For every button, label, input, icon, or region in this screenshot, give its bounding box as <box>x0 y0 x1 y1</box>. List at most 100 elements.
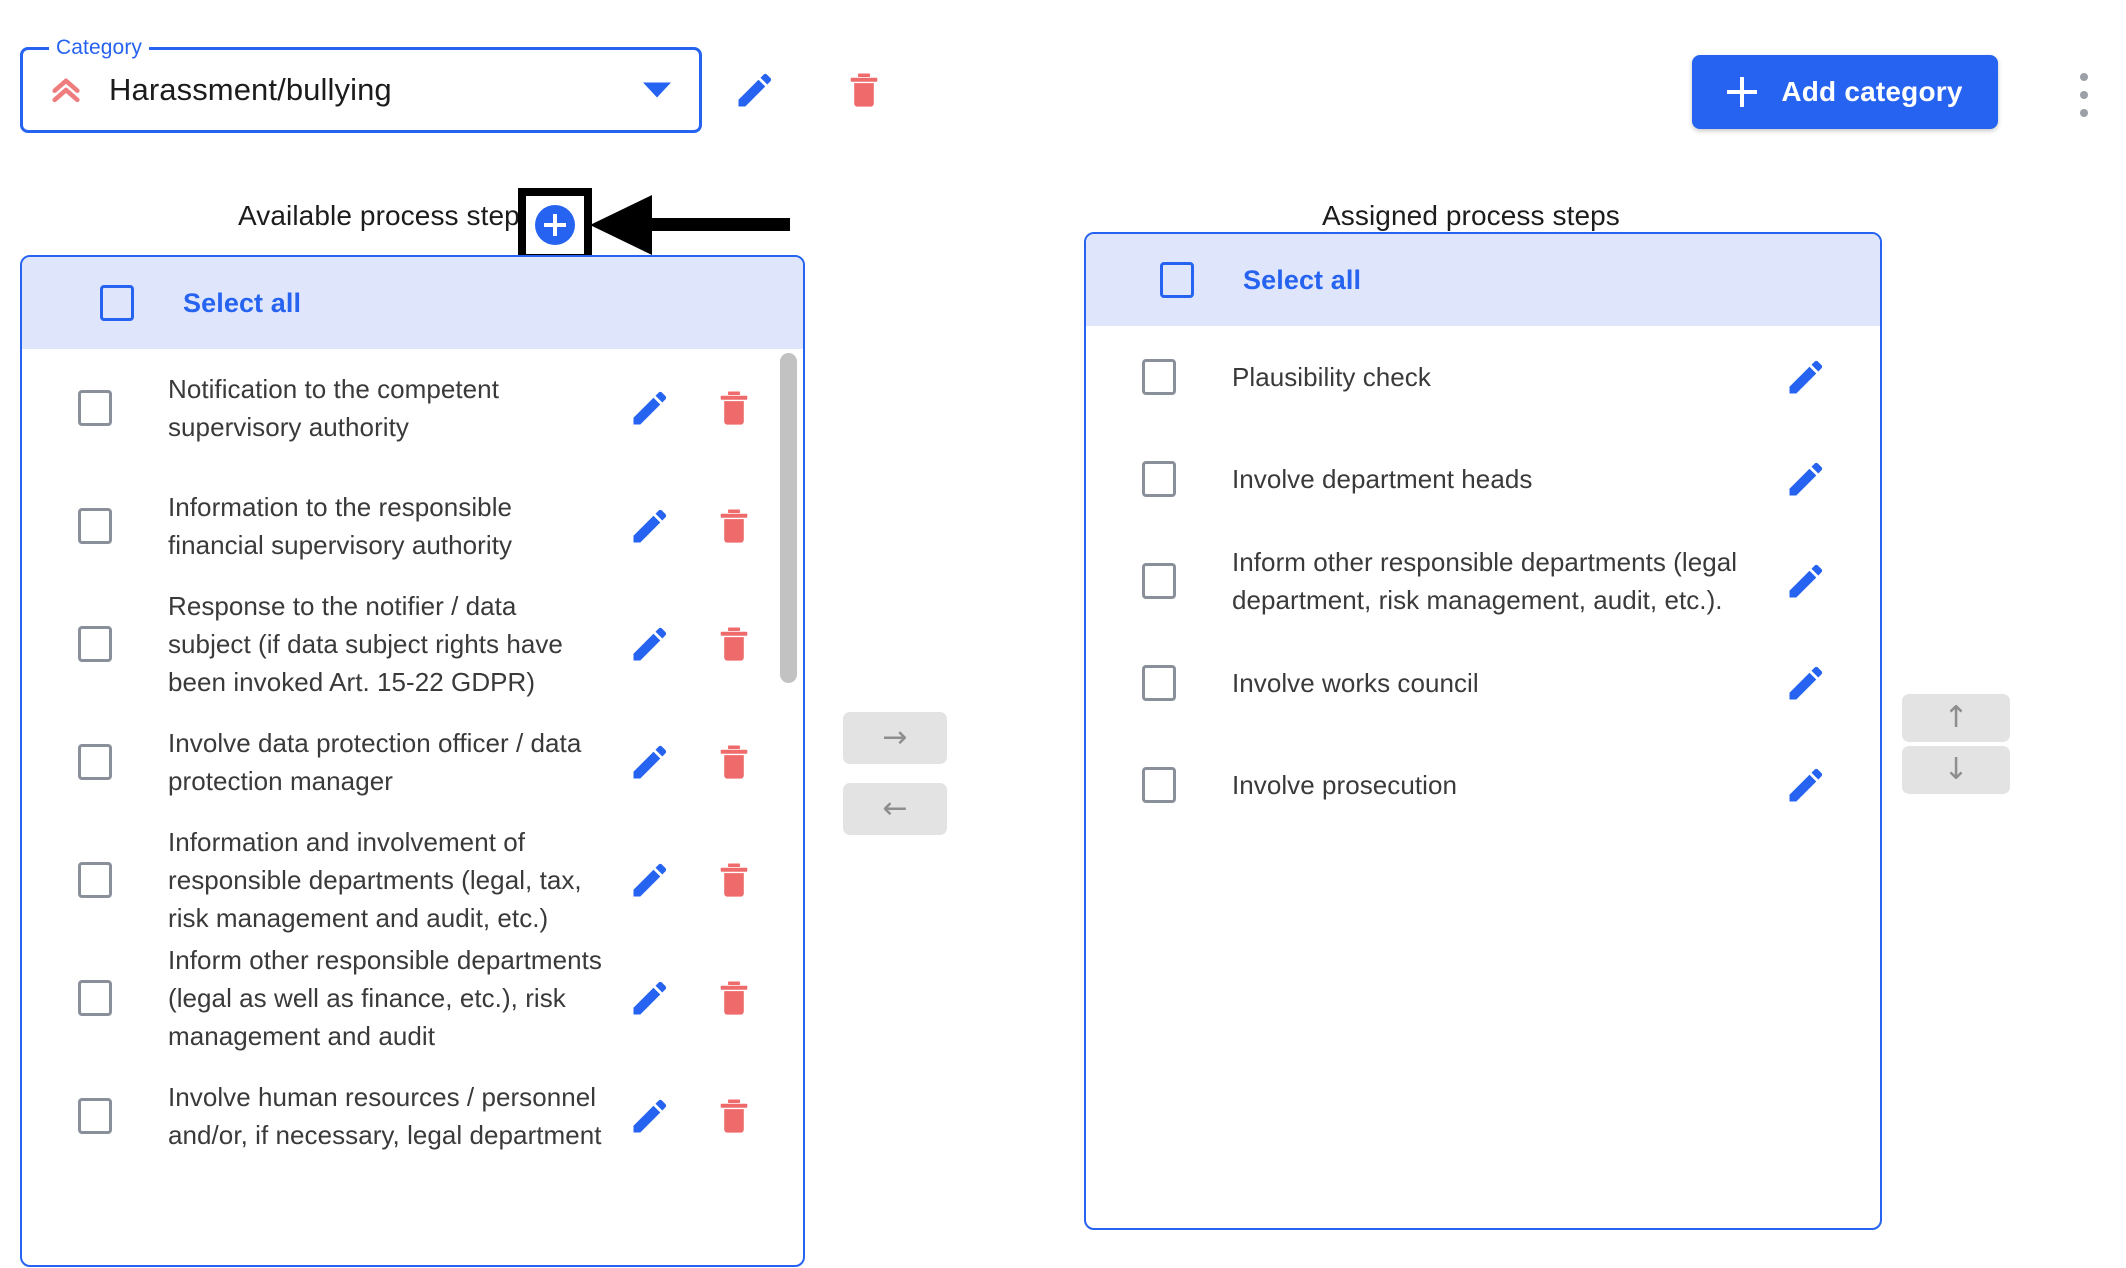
list-item[interactable]: Inform other responsible departments (le… <box>1086 530 1880 632</box>
list-item[interactable]: Involve data protection officer / data p… <box>22 703 803 821</box>
list-item-checkbox-slot <box>1086 359 1232 395</box>
delete-step-button[interactable] <box>710 502 758 550</box>
available-select-all-checkbox[interactable] <box>100 285 134 321</box>
edit-category-button[interactable] <box>727 62 783 118</box>
list-item[interactable]: Information and involvement of responsib… <box>22 821 803 939</box>
add-process-step-button[interactable] <box>526 196 584 254</box>
edit-step-button[interactable] <box>1782 659 1830 707</box>
list-item[interactable]: Involve prosecution <box>1086 734 1880 836</box>
list-item[interactable]: Notification to the competent supervisor… <box>22 349 803 467</box>
kebab-menu-icon[interactable] <box>2062 70 2106 120</box>
list-item-checkbox[interactable] <box>78 980 112 1016</box>
trash-icon <box>720 627 748 661</box>
edit-step-button[interactable] <box>1782 761 1830 809</box>
edit-step-button[interactable] <box>626 974 674 1022</box>
list-item-checkbox[interactable] <box>78 1098 112 1134</box>
available-steps-scrollbar[interactable] <box>777 353 799 1253</box>
list-item-checkbox-slot <box>1086 665 1232 701</box>
edit-step-button[interactable] <box>626 738 674 786</box>
category-select[interactable]: Category Harassment/bullying <box>20 36 702 133</box>
unassign-step-button[interactable]: ← <box>843 783 947 835</box>
process-step-assignment-page: Category Harassment/bullying Add categor… <box>0 0 2126 1268</box>
available-select-all-row[interactable]: Select all <box>22 257 803 349</box>
pencil-icon <box>633 1099 667 1133</box>
scrollbar-thumb[interactable] <box>780 353 797 683</box>
list-item[interactable]: Involve works council <box>1086 632 1880 734</box>
list-item-checkbox[interactable] <box>78 508 112 544</box>
list-item[interactable]: Plausibility check <box>1086 326 1880 428</box>
list-item-label: Involve human resources / personnel and/… <box>168 1082 602 1150</box>
list-item-actions <box>626 384 758 432</box>
edit-step-button[interactable] <box>626 856 674 904</box>
add-category-button[interactable]: Add category <box>1692 55 1998 129</box>
list-item-checkbox-slot <box>22 508 168 544</box>
pencil-icon <box>738 73 772 107</box>
delete-step-button[interactable] <box>710 738 758 786</box>
list-item-label: Involve department heads <box>1232 464 1533 494</box>
list-item-checkbox-slot <box>22 390 168 426</box>
edit-step-button[interactable] <box>626 502 674 550</box>
list-item-actions <box>1782 761 1830 809</box>
list-item-label: Notification to the competent supervisor… <box>168 374 499 442</box>
list-item-checkbox-slot <box>22 1098 168 1134</box>
list-item-checkbox[interactable] <box>1142 767 1176 803</box>
delete-step-button[interactable] <box>710 384 758 432</box>
assigned-select-all-checkbox[interactable] <box>1160 262 1194 298</box>
list-item-label: Involve prosecution <box>1232 770 1457 800</box>
move-step-down-button[interactable]: ↓ <box>1902 746 2010 794</box>
assign-step-button[interactable]: → <box>843 712 947 764</box>
move-step-up-button[interactable]: ↑ <box>1902 694 2010 742</box>
pencil-icon <box>633 391 667 425</box>
list-item[interactable]: Involve department heads <box>1086 428 1880 530</box>
trash-icon <box>720 981 748 1015</box>
pencil-icon <box>633 863 667 897</box>
delete-step-button[interactable] <box>710 856 758 904</box>
edit-step-button[interactable] <box>1782 455 1830 503</box>
edit-step-button[interactable] <box>1782 353 1830 401</box>
available-steps-list[interactable]: Notification to the competent supervisor… <box>22 349 803 1265</box>
delete-category-button[interactable] <box>836 62 892 118</box>
assigned-select-all-row[interactable]: Select all <box>1086 234 1880 326</box>
list-item-checkbox-slot <box>22 980 168 1016</box>
list-item[interactable]: Information to the responsible financial… <box>22 467 803 585</box>
toolbar: Category Harassment/bullying Add categor… <box>0 0 2126 150</box>
list-item-checkbox-slot <box>1086 767 1232 803</box>
trash-icon <box>850 73 878 107</box>
edit-step-button[interactable] <box>626 620 674 668</box>
list-item-label: Involve works council <box>1232 668 1479 698</box>
list-item-checkbox[interactable] <box>78 744 112 780</box>
trash-icon <box>720 745 748 779</box>
pencil-icon <box>1789 462 1823 496</box>
category-select-content: Harassment/bullying <box>23 50 699 130</box>
list-item[interactable]: Involve human resources / personnel and/… <box>22 1057 803 1175</box>
delete-step-button[interactable] <box>710 974 758 1022</box>
list-item-checkbox[interactable] <box>78 862 112 898</box>
delete-step-button[interactable] <box>710 1092 758 1140</box>
edit-step-button[interactable] <box>626 384 674 432</box>
list-item[interactable]: Inform other responsible departments (le… <box>22 939 803 1057</box>
list-item-checkbox[interactable] <box>78 390 112 426</box>
list-item-checkbox[interactable] <box>1142 461 1176 497</box>
assigned-steps-list[interactable]: Plausibility check Involve department hea… <box>1086 326 1880 1228</box>
list-item-actions <box>1782 455 1830 503</box>
pencil-icon <box>633 509 667 543</box>
list-item-actions <box>1782 659 1830 707</box>
chevron-down-icon[interactable] <box>643 82 671 98</box>
list-item-checkbox-slot <box>22 626 168 662</box>
available-select-all-label: Select all <box>183 287 302 318</box>
list-item-checkbox[interactable] <box>78 626 112 662</box>
list-item-actions <box>626 502 758 550</box>
list-item-checkbox[interactable] <box>1142 665 1176 701</box>
trash-icon <box>720 509 748 543</box>
trash-icon <box>720 1099 748 1133</box>
edit-step-button[interactable] <box>626 1092 674 1140</box>
delete-step-button[interactable] <box>710 620 758 668</box>
list-item-actions <box>626 1092 758 1140</box>
pencil-icon <box>1789 360 1823 394</box>
list-item-checkbox[interactable] <box>1142 563 1176 599</box>
plus-icon <box>1727 77 1758 107</box>
edit-step-button[interactable] <box>1782 557 1830 605</box>
list-item-checkbox-slot <box>22 862 168 898</box>
list-item[interactable]: Response to the notifier / data subject … <box>22 585 803 703</box>
list-item-checkbox[interactable] <box>1142 359 1176 395</box>
